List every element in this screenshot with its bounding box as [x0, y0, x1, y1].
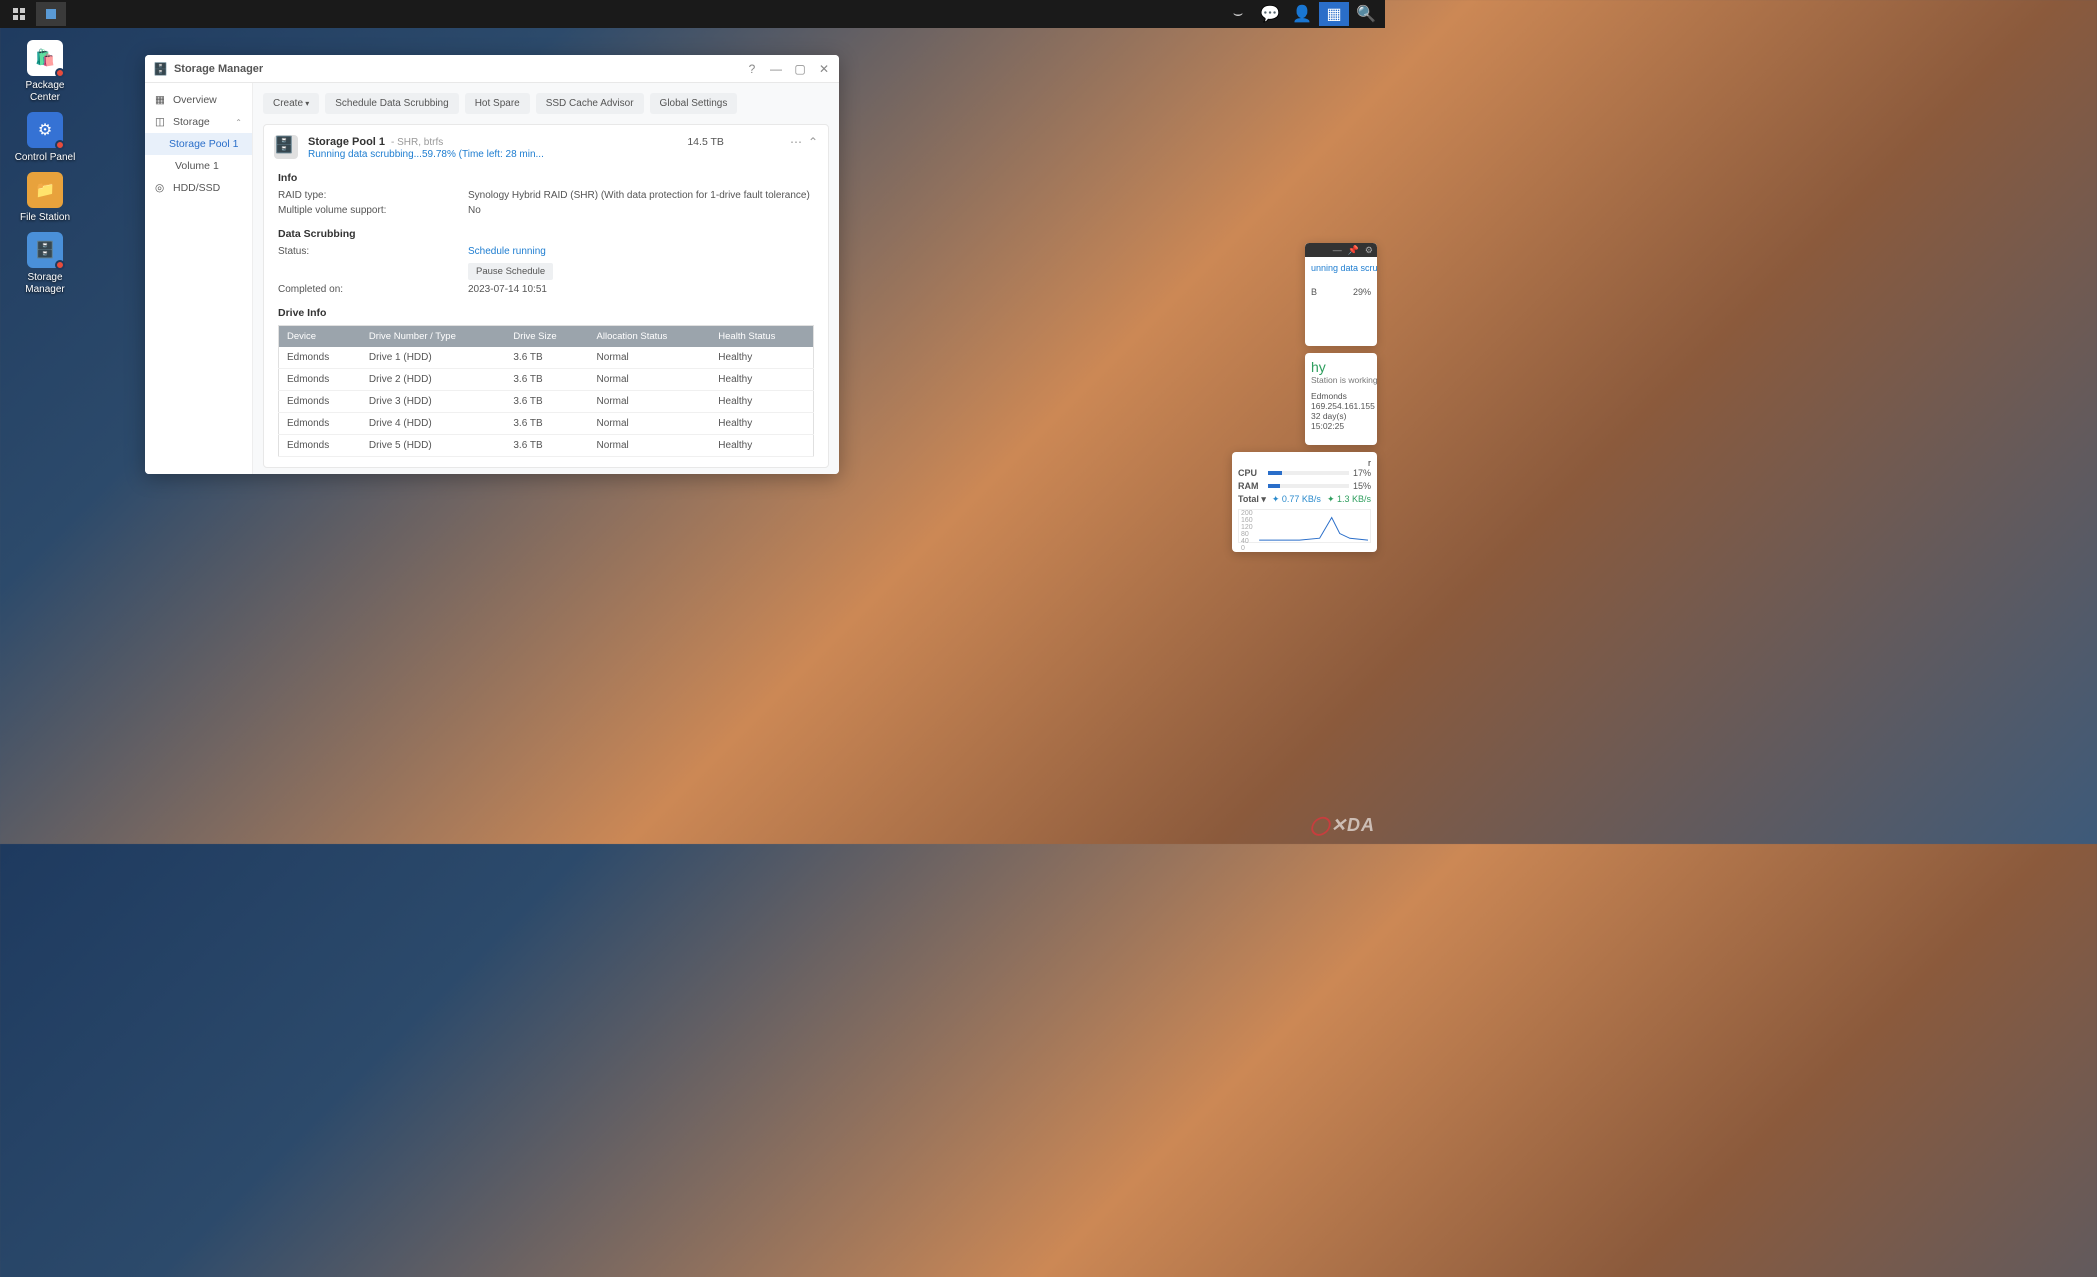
widget-min-icon[interactable]: — [1333, 245, 1342, 255]
widget-b-label: B [1311, 287, 1317, 297]
pool-menu-icon[interactable]: ⋯ [790, 135, 802, 149]
hdd-icon: ◎ [155, 182, 167, 194]
ssd-cache-button[interactable]: SSD Cache Advisor [536, 93, 644, 114]
widget-scrub-status: unning data scrubbi [1311, 263, 1371, 273]
close-button[interactable]: ✕ [817, 62, 831, 76]
desktop-icons: 🛍️ PackageCenter ⚙ Control Panel 📁 File … [10, 40, 80, 296]
overview-icon: ▦ [155, 94, 167, 106]
health-widget[interactable]: hy Station is working well. Edmonds 169.… [1305, 353, 1377, 445]
pool-subtitle: - SHR, btrfs [391, 137, 443, 148]
col-drive-size[interactable]: Drive Size [505, 326, 588, 348]
desktop-icon-storage-manager[interactable]: 🗄️ Storage Manager [10, 232, 80, 296]
taskbar-tray-icon[interactable]: ⌣ [1223, 2, 1253, 26]
cpu-label: CPU [1238, 468, 1264, 478]
widget-healthy-label: hy [1311, 359, 1371, 375]
taskbar: ⌣ 💬 👤 ▦ 🔍 [0, 0, 1385, 28]
drive-info-heading: Drive Info [278, 307, 814, 319]
maximize-button[interactable]: ▢ [793, 62, 807, 76]
widget3-title: r [1238, 458, 1371, 468]
net-download: ✦ 1.3 KB/s [1327, 494, 1371, 505]
raid-type-label: RAID type: [278, 190, 468, 201]
create-button[interactable]: Create [263, 93, 319, 114]
widget-uptime: 32 day(s) 15:02:25 [1311, 411, 1371, 431]
network-chart: 20016012080400 [1238, 509, 1371, 543]
taskbar-dashboard-icon[interactable] [4, 2, 34, 26]
global-settings-button[interactable]: Global Settings [650, 93, 738, 114]
pool-icon: 🗄️ [274, 135, 298, 159]
cpu-bar [1268, 471, 1349, 475]
net-upload: ✦ 0.77 KB/s [1272, 494, 1321, 505]
toolbar: Create Schedule Data Scrubbing Hot Spare… [263, 93, 829, 114]
widget-desc: Station is working well. [1311, 375, 1371, 385]
cpu-value: 17% [1353, 468, 1371, 478]
taskbar-storage-icon[interactable] [36, 2, 66, 26]
ram-value: 15% [1353, 481, 1371, 491]
xda-watermark: ◯✕DA [1310, 815, 1375, 836]
taskbar-chat-icon[interactable]: 💬 [1255, 2, 1285, 26]
storage-widget[interactable]: — 📌 ⚙ unning data scrubbi B 29% [1305, 243, 1377, 346]
table-row[interactable]: EdmondsDrive 4 (HDD)3.6 TBNormalHealthy [279, 413, 814, 435]
pool-collapse-icon[interactable]: ⌃ [808, 135, 818, 149]
window-app-icon: 🗄️ [153, 62, 168, 76]
resource-monitor-widget[interactable]: r CPU 17% RAM 15% Total ▾ ✦ 0.77 KB/s ✦ 1.3 … [1232, 452, 1377, 552]
pool-size: 14.5 TB [687, 136, 784, 148]
storage-icon: ◫ [155, 116, 167, 128]
mvs-label: Multiple volume support: [278, 205, 468, 216]
desktop-icon-package-center[interactable]: 🛍️ PackageCenter [10, 40, 80, 104]
col-allocation[interactable]: Allocation Status [589, 326, 711, 348]
chevron-up-icon: ⌃ [235, 118, 242, 127]
widget-percent: 29% [1353, 287, 1371, 297]
widget-settings-icon[interactable]: ⚙ [1365, 245, 1373, 256]
drive-table: Device Drive Number / Type Drive Size Al… [278, 325, 814, 457]
col-drive-number[interactable]: Drive Number / Type [361, 326, 505, 348]
taskbar-search-icon[interactable]: 🔍 [1351, 2, 1381, 26]
sidebar-item-storage[interactable]: ◫Storage⌃ [145, 111, 252, 133]
window-titlebar[interactable]: 🗄️ Storage Manager ? — ▢ ✕ [145, 55, 839, 83]
info-heading: Info [278, 172, 814, 184]
completed-value: 2023-07-14 10:51 [468, 284, 814, 295]
hot-spare-button[interactable]: Hot Spare [465, 93, 530, 114]
table-row[interactable]: EdmondsDrive 1 (HDD)3.6 TBNormalHealthy [279, 347, 814, 369]
table-row[interactable]: EdmondsDrive 2 (HDD)3.6 TBNormalHealthy [279, 369, 814, 391]
pool-title: Storage Pool 1 [308, 136, 385, 148]
table-row[interactable]: EdmondsDrive 3 (HDD)3.6 TBNormalHealthy [279, 391, 814, 413]
ram-label: RAM [1238, 481, 1264, 491]
main-panel: Create Schedule Data Scrubbing Hot Spare… [253, 83, 839, 474]
storage-pool-card: 🗄️ Storage Pool 1 - SHR, btrfs 14.5 TB ⋯… [263, 124, 829, 468]
col-device[interactable]: Device [279, 326, 361, 348]
sidebar-item-volume-1[interactable]: Volume 1 [145, 155, 252, 177]
completed-label: Completed on: [278, 284, 468, 295]
sidebar-item-hdd-ssd[interactable]: ◎HDD/SSD [145, 177, 252, 199]
status-label: Status: [278, 246, 468, 257]
sidebar-item-overview[interactable]: ▦Overview [145, 89, 252, 111]
desktop-icon-control-panel[interactable]: ⚙ Control Panel [10, 112, 80, 164]
col-health[interactable]: Health Status [710, 326, 813, 348]
window-title: Storage Manager [174, 63, 263, 75]
sidebar-item-storage-pool-1[interactable]: Storage Pool 1 [145, 133, 252, 155]
widget-pin-icon[interactable]: 📌 [1348, 245, 1359, 256]
taskbar-widget-icon[interactable]: ▦ [1319, 2, 1349, 26]
help-button[interactable]: ? [745, 62, 759, 76]
widget-host: Edmonds [1311, 391, 1371, 401]
ram-bar [1268, 484, 1349, 488]
mvs-value: No [468, 205, 814, 216]
minimize-button[interactable]: — [769, 62, 783, 76]
desktop-icon-file-station[interactable]: 📁 File Station [10, 172, 80, 224]
widget-ip: 169.254.161.155 [1311, 401, 1371, 411]
pool-status: Running data scrubbing...59.78% (Time le… [308, 149, 818, 160]
storage-manager-window: 🗄️ Storage Manager ? — ▢ ✕ ▦Overview ◫St… [145, 55, 839, 474]
total-label[interactable]: Total ▾ [1238, 494, 1266, 505]
raid-type-value: Synology Hybrid RAID (SHR) (With data pr… [468, 190, 814, 201]
schedule-scrubbing-button[interactable]: Schedule Data Scrubbing [325, 93, 458, 114]
scrub-heading: Data Scrubbing [278, 228, 814, 240]
sidebar: ▦Overview ◫Storage⌃ Storage Pool 1 Volum… [145, 83, 253, 474]
status-value[interactable]: Schedule running [468, 246, 814, 257]
table-row[interactable]: EdmondsDrive 5 (HDD)3.6 TBNormalHealthy [279, 435, 814, 457]
pause-schedule-button[interactable]: Pause Schedule [468, 263, 553, 280]
taskbar-user-icon[interactable]: 👤 [1287, 2, 1317, 26]
